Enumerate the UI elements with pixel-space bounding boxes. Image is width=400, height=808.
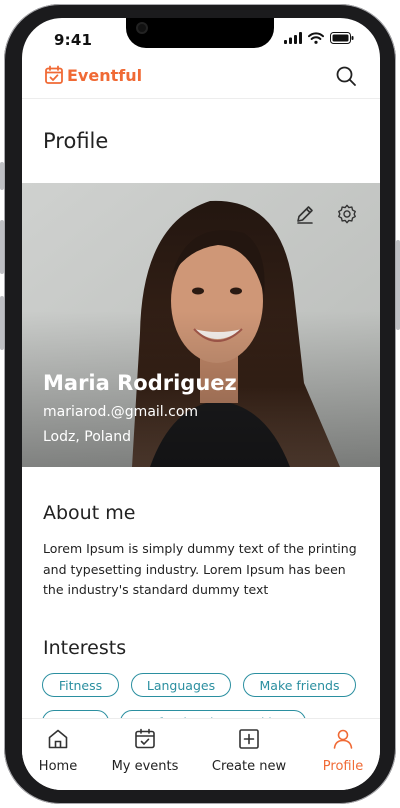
profile-name: Maria Rodriguez [43, 371, 237, 395]
about-text: Lorem Ipsum is simply dummy text of the … [43, 541, 357, 598]
profile-email: mariarod.@gmail.com [43, 404, 199, 420]
nav-home[interactable]: Home [36, 727, 80, 774]
battery-icon [330, 32, 354, 44]
gear-icon [338, 204, 356, 224]
search-icon [336, 66, 356, 86]
user-icon [333, 729, 353, 749]
phone-screen: 9:41 Eventful Profile Maria Rodriguez ma… [22, 18, 380, 790]
side-button [396, 240, 400, 330]
nav-profile-label: Profile [322, 759, 364, 774]
home-icon [48, 729, 68, 749]
interest-tag[interactable]: Make friends [243, 673, 356, 697]
side-button [0, 220, 4, 274]
nav-create-new[interactable]: Create new [210, 727, 288, 774]
side-button [0, 162, 4, 190]
notch [126, 18, 274, 48]
camera-icon [138, 24, 146, 32]
about-heading: About me [43, 502, 136, 524]
brand-logo[interactable]: Eventful [44, 65, 142, 85]
wifi-icon [308, 32, 324, 44]
side-button [0, 296, 4, 350]
hero-actions [294, 203, 358, 229]
interest-tag[interactable]: Fitness [42, 673, 119, 697]
status-time: 9:41 [54, 31, 93, 49]
edit-button[interactable] [294, 203, 316, 229]
page-title: Profile [43, 129, 109, 153]
interests-heading: Interests [43, 637, 127, 659]
calendar-check-icon [135, 728, 155, 749]
status-bar: 9:41 [22, 18, 380, 62]
calendar-check-icon [45, 65, 63, 84]
profile-location: Lodz, Poland [43, 429, 131, 445]
nav-profile[interactable]: Profile [318, 727, 368, 774]
bottom-nav: Home My events Create new Profile [22, 718, 380, 790]
search-button[interactable] [334, 64, 358, 88]
brand-name: Eventful [67, 65, 143, 85]
app-bar: Eventful [22, 62, 380, 99]
plus-square-icon [239, 729, 259, 749]
status-icons [284, 32, 354, 44]
pencil-icon [297, 206, 313, 224]
interest-tag[interactable]: Languages [131, 673, 231, 697]
nav-create-new-label: Create new [211, 759, 287, 774]
settings-button[interactable] [336, 203, 358, 229]
nav-my-events-label: My events [111, 759, 179, 774]
nav-home-label: Home [38, 759, 78, 774]
signal-icon [284, 32, 302, 44]
profile-hero: Maria Rodriguez mariarod.@gmail.com Lodz… [22, 183, 380, 467]
nav-my-events[interactable]: My events [110, 727, 180, 774]
